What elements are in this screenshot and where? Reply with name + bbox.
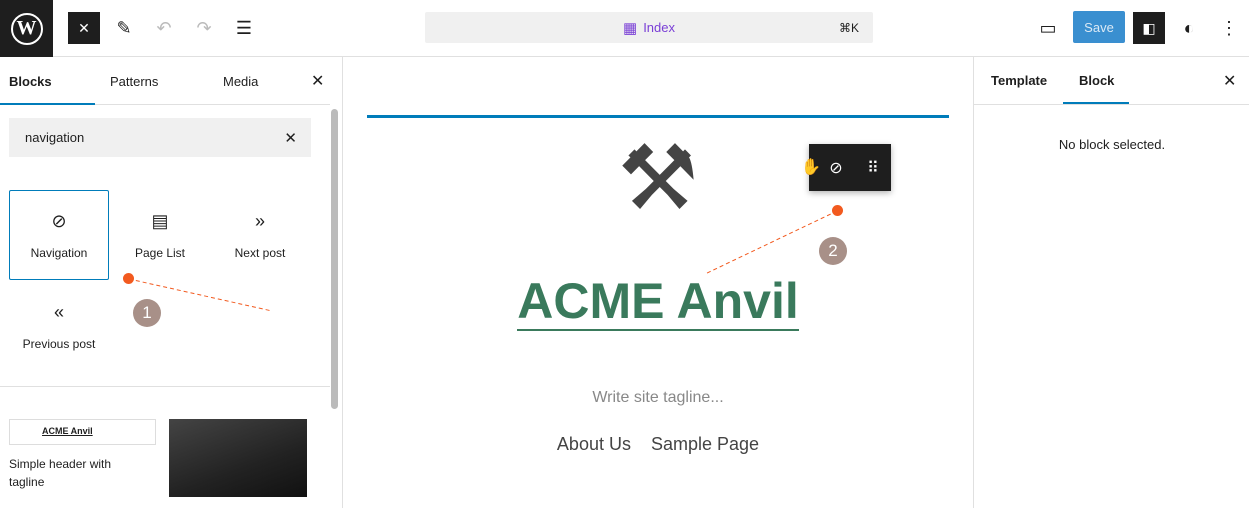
drag-handle-icon[interactable]: ⠿ bbox=[867, 158, 879, 178]
pencil-icon[interactable]: ✎ bbox=[108, 12, 140, 44]
compass-icon[interactable]: ⊘ bbox=[829, 158, 842, 178]
close-icon[interactable]: ✕ bbox=[311, 57, 324, 105]
command-palette-button[interactable]: ▦ Index ⌘K bbox=[425, 12, 873, 43]
close-icon[interactable]: ✕ bbox=[1223, 57, 1236, 104]
pattern-preview-dark[interactable] bbox=[169, 419, 307, 497]
chevron-double-right-icon: » bbox=[254, 210, 265, 231]
more-options-icon[interactable]: ⋮ bbox=[1213, 12, 1245, 44]
settings-sidebar-icon[interactable]: ◧ bbox=[1133, 12, 1165, 44]
hand-cursor-icon: ✋ bbox=[801, 159, 821, 176]
list-view-icon[interactable]: ☰ bbox=[228, 12, 260, 44]
annotation-dot bbox=[123, 273, 134, 284]
desktop-preview-icon[interactable]: ▭ bbox=[1032, 12, 1064, 44]
close-inserter-button[interactable]: ✕ bbox=[68, 12, 100, 44]
tab-patterns[interactable]: Patterns bbox=[110, 57, 158, 105]
nav-item[interactable]: Sample Page bbox=[651, 434, 759, 454]
compass-icon: ⊘ bbox=[51, 210, 67, 231]
tab-media[interactable]: Media bbox=[223, 57, 258, 105]
clear-search-icon[interactable]: ✕ bbox=[284, 129, 297, 147]
editor-canvas[interactable]: ⚒ ⊘ ⠿ ✋ 2 ACME Anvil Write site tagline..… bbox=[343, 57, 973, 508]
block-navigation[interactable]: ⊘ Navigation bbox=[9, 190, 109, 280]
chevron-double-left-icon: « bbox=[53, 301, 64, 322]
annotation-dot bbox=[832, 205, 843, 216]
annotation-badge: 1 bbox=[133, 299, 161, 327]
save-button[interactable]: Save bbox=[1073, 11, 1125, 43]
annotation-badge: 2 bbox=[819, 237, 847, 265]
settings-sidebar: Template Block ✕ No block selected. bbox=[973, 57, 1249, 508]
block-inserter-panel: Blocks Patterns Media ✕ navigation ✕ ⊘ Nav… bbox=[0, 57, 343, 508]
pattern-preview[interactable]: ACME Anvil bbox=[9, 419, 156, 445]
wordpress-logo[interactable]: W bbox=[0, 0, 53, 57]
top-toolbar: W ✕ ✎ ↶ ↷ ☰ ▦ Index ⌘K ▭ Save ◧ ◐ ⋮ bbox=[0, 0, 1249, 57]
block-previous-post[interactable]: «Previous post bbox=[9, 281, 109, 371]
site-tagline[interactable]: Write site tagline... bbox=[343, 389, 973, 407]
tab-template[interactable]: Template bbox=[991, 57, 1047, 104]
divider bbox=[974, 104, 1249, 105]
navigation-menu: About Us Sample Page bbox=[343, 434, 973, 455]
styles-icon[interactable]: ◐ bbox=[1173, 12, 1205, 44]
undo-icon[interactable]: ↶ bbox=[148, 12, 180, 44]
block-next-post[interactable]: » Next post bbox=[210, 190, 310, 280]
anvil-logo-image[interactable]: ⚒ bbox=[593, 119, 723, 239]
active-tab-indicator bbox=[0, 103, 95, 105]
block-toolbar: ⊘ ⠿ bbox=[809, 144, 891, 191]
empty-message: No block selected. bbox=[1058, 137, 1166, 152]
search-input[interactable]: navigation ✕ bbox=[9, 118, 311, 157]
scrollbar[interactable] bbox=[331, 109, 338, 409]
pattern-label: Simple header with tagline bbox=[9, 457, 112, 489]
template-icon: ▦ bbox=[623, 19, 638, 37]
block-page-list[interactable]: ▤ Page List bbox=[110, 190, 210, 280]
site-title[interactable]: ACME Anvil bbox=[343, 272, 973, 331]
page-list-icon: ▤ bbox=[151, 210, 169, 231]
divider bbox=[0, 386, 330, 387]
tab-blocks[interactable]: Blocks bbox=[9, 57, 52, 105]
selected-header-outline bbox=[367, 115, 949, 118]
nav-item[interactable]: About Us bbox=[557, 434, 631, 454]
redo-icon[interactable]: ↷ bbox=[188, 12, 220, 44]
tab-block[interactable]: Block bbox=[1079, 57, 1114, 104]
